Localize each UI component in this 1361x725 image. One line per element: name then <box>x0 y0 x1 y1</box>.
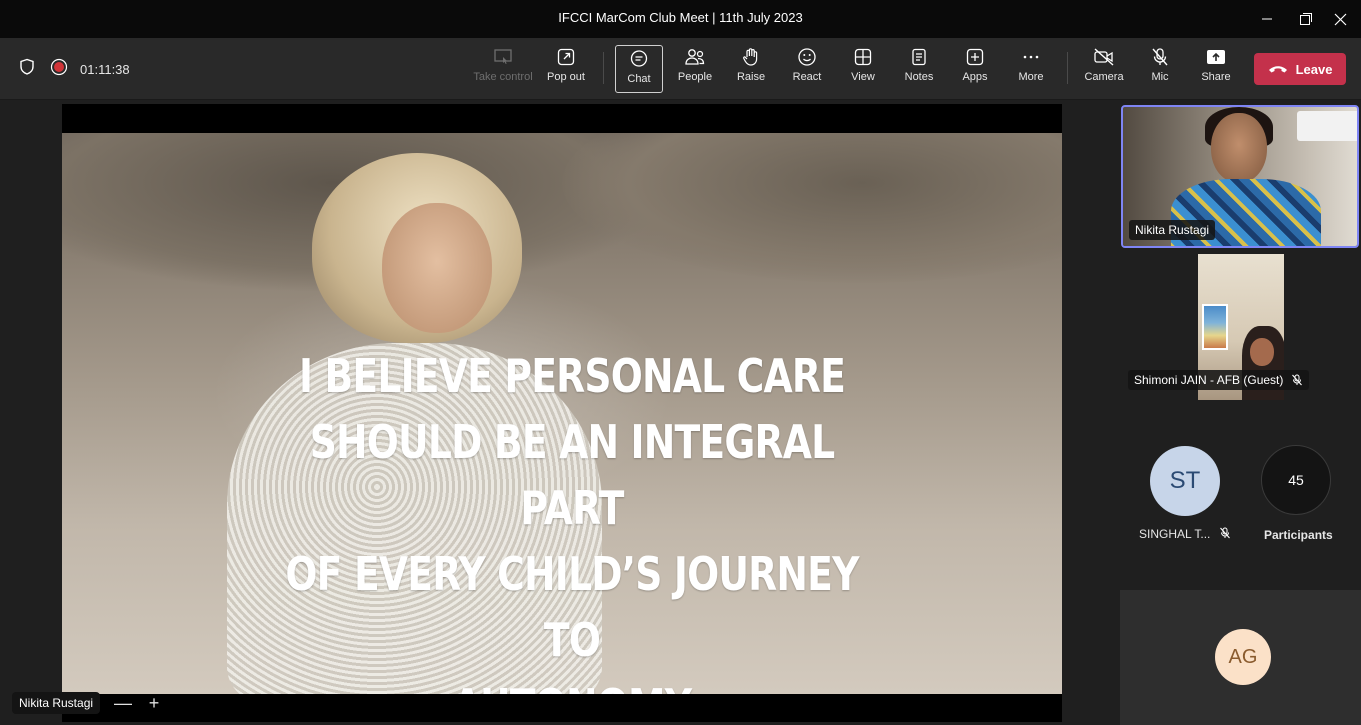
avatar-ag: AG <box>1215 629 1271 685</box>
smiley-icon <box>796 46 818 68</box>
presenter-face <box>382 203 492 333</box>
shield-icon <box>18 58 36 81</box>
view-button[interactable]: View <box>837 46 889 94</box>
leave-button[interactable]: Leave <box>1254 53 1346 85</box>
maximize-icon[interactable] <box>1289 6 1323 32</box>
ellipsis-icon <box>1020 46 1042 68</box>
react-button[interactable]: React <box>781 46 833 94</box>
participant-name: Shimoni JAIN - AFB (Guest) <box>1134 373 1284 387</box>
participant-name-tag: Shimoni JAIN - AFB (Guest) <box>1128 370 1310 390</box>
participants-count-button[interactable]: 45 <box>1261 445 1331 515</box>
take-control-button[interactable]: Take control <box>473 46 533 94</box>
chat-label: Chat <box>627 73 651 85</box>
view-label: View <box>851 71 875 83</box>
raise-hand-button[interactable]: Raise <box>725 46 777 94</box>
mic-label: Mic <box>1151 71 1169 83</box>
quote-line: I BELIEVE PERSONAL CARE <box>298 349 846 403</box>
meeting-toolbar: 01:11:38 Take control Pop out Chat Peopl… <box>0 38 1361 100</box>
phone-hangup-icon <box>1268 62 1296 77</box>
quote-line: OF EVERY CHILD’S JOURNEY TO <box>285 547 859 667</box>
title-bar: IFCCI MarCom Club Meet | 11th July 2023 <box>0 0 1361 38</box>
quote-line: AUTONOMY <box>277 673 867 694</box>
raise-label: Raise <box>736 71 766 83</box>
camera-button[interactable]: Camera <box>1078 46 1130 94</box>
shared-screen[interactable]: I BELIEVE PERSONAL CARE SHOULD BE AN INT… <box>62 104 1062 722</box>
zoom-in-button[interactable]: + <box>143 692 165 714</box>
mic-off-icon <box>1149 46 1171 68</box>
people-button[interactable]: People <box>669 46 721 94</box>
close-icon[interactable] <box>1323 6 1357 32</box>
window-title: IFCCI MarCom Club Meet | 11th July 2023 <box>558 10 803 25</box>
air-conditioner <box>1297 111 1357 141</box>
wall-poster <box>1202 304 1228 350</box>
grid-icon <box>852 46 874 68</box>
participant-name: Nikita Rustagi <box>1129 220 1216 240</box>
mic-muted-icon <box>1291 374 1303 386</box>
notes-label: Notes <box>904 71 934 83</box>
pop-out-icon <box>555 46 577 68</box>
more-label: More <box>1018 71 1044 83</box>
mic-muted-icon <box>1219 526 1231 544</box>
participant-name: SINGHAL T... <box>1139 527 1211 541</box>
presenter-name-tag: Nikita Rustagi <box>12 692 101 714</box>
slide-quote: I BELIEVE PERSONAL CARE SHOULD BE AN INT… <box>277 343 867 694</box>
participant-face <box>1211 113 1267 183</box>
participant-face <box>1250 338 1274 366</box>
people-icon <box>684 46 706 68</box>
share-button[interactable]: Share <box>1190 46 1242 94</box>
toolbar-divider <box>603 52 604 84</box>
take-control-label: Take control <box>473 71 533 83</box>
leave-label: Leave <box>1295 61 1333 77</box>
camera-label: Camera <box>1084 71 1124 83</box>
meeting-status: 01:11:38 <box>18 58 130 81</box>
participants-label: Participants <box>1264 528 1333 542</box>
chat-icon <box>628 48 650 70</box>
toolbar-divider <box>1067 52 1068 84</box>
pop-out-button[interactable]: Pop out <box>540 46 592 94</box>
apps-label: Apps <box>962 71 988 83</box>
quote-line: SHOULD BE AN INTEGRAL PART <box>309 415 835 535</box>
minimize-icon[interactable] <box>1250 6 1284 32</box>
video-tile-ag[interactable]: AG <box>1120 590 1361 725</box>
notes-icon <box>908 46 930 68</box>
mic-button[interactable]: Mic <box>1134 46 1186 94</box>
plus-box-icon <box>964 46 986 68</box>
recording-icon <box>50 58 68 81</box>
shared-slide-photo: I BELIEVE PERSONAL CARE SHOULD BE AN INT… <box>62 133 1062 694</box>
camera-off-icon <box>1093 46 1115 68</box>
chat-button[interactable]: Chat <box>615 45 663 93</box>
share-label: Share <box>1201 71 1231 83</box>
pop-out-label: Pop out <box>547 71 585 83</box>
zoom-out-button[interactable]: — <box>112 692 134 714</box>
meeting-timer: 01:11:38 <box>80 62 130 77</box>
take-control-icon <box>492 46 514 68</box>
people-label: People <box>677 71 713 83</box>
main-stage: I BELIEVE PERSONAL CARE SHOULD BE AN INT… <box>0 100 1118 725</box>
share-tray-icon <box>1205 46 1227 68</box>
participants-panel: Nikita Rustagi Shimoni JAIN - AFB (Guest… <box>1118 100 1361 725</box>
video-tile-nikita[interactable]: Nikita Rustagi <box>1121 105 1359 248</box>
notes-button[interactable]: Notes <box>893 46 945 94</box>
more-button[interactable]: More <box>1005 46 1057 94</box>
avatar-singhal[interactable]: ST <box>1150 446 1220 516</box>
apps-button[interactable]: Apps <box>949 46 1001 94</box>
hand-icon <box>740 46 762 68</box>
react-label: React <box>792 71 822 83</box>
